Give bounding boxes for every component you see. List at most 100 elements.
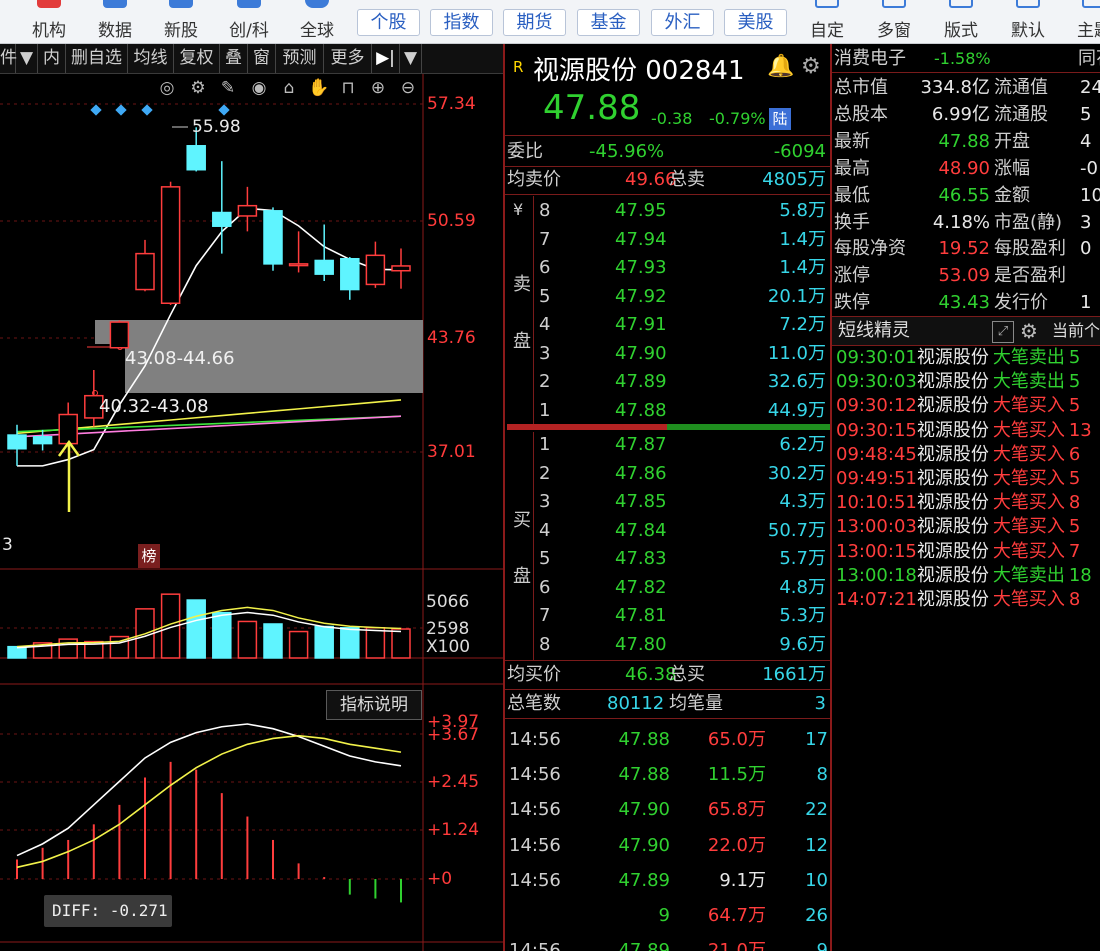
spirit-event[interactable]: 13:00:03视源股份 大笔买入 5	[836, 515, 1100, 539]
event-diamond-icon[interactable]	[218, 104, 230, 116]
tick-row[interactable]: 14:56 47.89 9.1万 10	[505, 867, 830, 895]
indicator-explain-button[interactable]: 指标说明	[326, 690, 422, 720]
bid-row[interactable]: 1 47.87 6.2万	[505, 431, 830, 459]
fundamental-row: 涨停 53.09 是否盈利	[832, 262, 1100, 289]
ask-row[interactable]: 4 47.91 7.2万	[505, 311, 830, 339]
zoom-out-icon[interactable]: ⊖	[398, 78, 418, 98]
eye-icon[interactable]: ◉	[247, 78, 271, 98]
remove-watchlist-button[interactable]: 删自选	[66, 44, 128, 73]
spirit-event[interactable]: 09:30:03视源股份 大笔卖出 5	[836, 370, 1100, 394]
bid-row[interactable]: 2 47.86 30.2万	[505, 460, 830, 488]
toolbar-item-star-market[interactable]: 创/科	[214, 0, 284, 43]
window-button[interactable]: 窗	[248, 44, 276, 73]
event-diamond-icon[interactable]	[115, 104, 127, 116]
event-time: 09:30:03	[836, 371, 917, 393]
lock-icon[interactable]: ⊓	[338, 78, 358, 98]
tick-row[interactable]: 9 64.7万 26	[505, 902, 830, 930]
spirit-event[interactable]: 14:07:21视源股份 大笔买入 8	[836, 588, 1100, 612]
chart-tool-item[interactable]: 件	[0, 44, 17, 73]
toolbar-item-institution[interactable]: 机构	[14, 0, 84, 43]
jump-end-button[interactable]: ▶|	[372, 44, 400, 73]
chart-tool-inner[interactable]: 内	[38, 44, 66, 73]
event-time: 13:00:18	[836, 564, 917, 586]
spirit-event[interactable]: 09:30:12视源股份 大笔买入 5	[836, 394, 1100, 418]
bid-row[interactable]: 4 47.84 50.7万	[505, 517, 830, 545]
lock-icon[interactable]: ⌂	[279, 78, 299, 98]
bid-row[interactable]: 5 47.83 5.7万	[505, 545, 830, 573]
hand-icon[interactable]: ✋	[308, 78, 329, 98]
kline-chart-area[interactable]: 件 ▼ 内 删自选 均线 复权 叠 窗 预测 更多 ▶| ▼ ◎ ⚙ ✎ ◉ ⌂…	[0, 44, 503, 951]
settings-icon[interactable]: ⚙	[188, 78, 208, 98]
toolbar-item-global[interactable]: 全球	[284, 0, 350, 43]
overlay-button[interactable]: 叠	[220, 44, 248, 73]
volume-bar	[314, 625, 334, 659]
bid-row[interactable]: 3 47.85 4.3万	[505, 488, 830, 516]
more-button[interactable]: 更多	[324, 44, 372, 73]
target-icon[interactable]: ◎	[157, 78, 177, 98]
forecast-button[interactable]: 预测	[276, 44, 324, 73]
toolbar-item-custom[interactable]: 自定	[797, 0, 857, 43]
event-diamond-icon[interactable]	[141, 104, 153, 116]
rank-badge[interactable]: 榜	[138, 544, 160, 568]
tick-row[interactable]: 14:56 47.89 21.0万 9	[505, 937, 830, 951]
spirit-event[interactable]: 09:30:15视源股份 大笔买入 13	[836, 419, 1100, 443]
sector-row[interactable]: 消费电子 -1.58% 同花	[832, 45, 1100, 72]
bell-icon[interactable]: 🔔	[767, 54, 794, 79]
spirit-event[interactable]: 13:00:15视源股份 大笔买入 7	[836, 540, 1100, 564]
tab-futures[interactable]: 期货	[503, 9, 566, 36]
tick-row[interactable]: 14:56 47.90 22.0万 12	[505, 832, 830, 860]
tick-row[interactable]: 14:56 47.90 65.8万 22	[505, 796, 830, 824]
kline-chart-svg[interactable]	[0, 44, 503, 951]
connect-badge[interactable]: 陆	[769, 108, 791, 130]
tick-row[interactable]: 14:56 47.88 11.5万 8	[505, 761, 830, 789]
info-panel: 消费电子 -1.58% 同花 总市值 334.8亿流通值 24 总股本 6.99亿流通股…	[830, 44, 1100, 951]
toolbar-item-theme[interactable]: 主题	[1062, 0, 1100, 43]
ask-row[interactable]: 6 47.93 1.4万	[505, 254, 830, 282]
tab-us-stock[interactable]: 美股	[724, 9, 787, 36]
spirit-event[interactable]: 09:48:45视源股份 大笔买入 6	[836, 443, 1100, 467]
pen-icon[interactable]: ✎	[218, 78, 238, 98]
tab-forex[interactable]: 外汇	[651, 9, 714, 36]
tab-stock[interactable]: 个股	[357, 9, 420, 36]
toolbar-item-default[interactable]: 默认	[996, 0, 1060, 43]
fundamental-row: 换手 4.18% 市盈(静) 3	[832, 209, 1100, 236]
level-number: 2	[539, 371, 551, 392]
ask-row[interactable]: 2 47.89 32.6万	[505, 368, 830, 396]
spirit-event[interactable]: 10:10:51视源股份 大笔买入 8	[836, 491, 1100, 515]
adjust-price-button[interactable]: 复权	[174, 44, 220, 73]
gap-lower-label: 40.32-43.08	[99, 396, 209, 417]
gear-icon[interactable]: ⚙	[1020, 319, 1038, 343]
spirit-event[interactable]: 09:49:51视源股份 大笔买入 5	[836, 467, 1100, 491]
tick-row[interactable]: 14:56 47.88 65.0万 17	[505, 726, 830, 754]
ask-row[interactable]: 8 47.95 5.8万	[505, 197, 830, 225]
toolbar-item-multiwindow[interactable]: 多窗	[862, 0, 926, 43]
chart-tool-dropdown[interactable]: ▼	[400, 44, 422, 73]
bid-row[interactable]: 6 47.82 4.8万	[505, 574, 830, 602]
moving-average-button[interactable]: 均线	[128, 44, 174, 73]
spirit-event[interactable]: 13:00:18视源股份 大笔卖出 18	[836, 564, 1100, 588]
event-stock: 视源股份	[916, 540, 989, 562]
spirit-current-tab[interactable]: 当前个	[1052, 317, 1100, 345]
toolbar-item-ipo[interactable]: 新股	[146, 0, 216, 43]
sector-name[interactable]: 消费电子	[834, 45, 906, 72]
gear-icon[interactable]: ⚙	[801, 54, 821, 79]
zoom-in-icon[interactable]: ⊕	[368, 78, 388, 98]
field-label: 总股本	[834, 103, 888, 125]
chart-tool-dropdown[interactable]: ▼	[16, 44, 38, 73]
toolbar-item-layout[interactable]: 版式	[929, 0, 993, 43]
ask-row[interactable]: 1 47.88 44.9万	[505, 397, 830, 425]
event-stock: 视源股份	[916, 371, 989, 393]
tab-index[interactable]: 指数	[430, 9, 493, 36]
ask-row[interactable]: 7 47.94 1.4万	[505, 226, 830, 254]
spirit-event[interactable]: 09:30:01视源股份 大笔卖出 5	[836, 346, 1100, 370]
tab-fund[interactable]: 基金	[577, 9, 640, 36]
bid-row[interactable]: 7 47.81 5.3万	[505, 602, 830, 630]
ask-row[interactable]: 3 47.90 11.0万	[505, 340, 830, 368]
event-diamond-icon[interactable]	[90, 104, 102, 116]
divider	[505, 194, 830, 195]
level-number: 4	[539, 519, 551, 541]
toolbar-item-data[interactable]: 数据	[80, 0, 150, 43]
ask-row[interactable]: 5 47.92 20.1万	[505, 283, 830, 311]
expand-icon[interactable]: ⤢	[992, 321, 1014, 343]
bid-row[interactable]: 8 47.80 9.6万	[505, 631, 830, 659]
